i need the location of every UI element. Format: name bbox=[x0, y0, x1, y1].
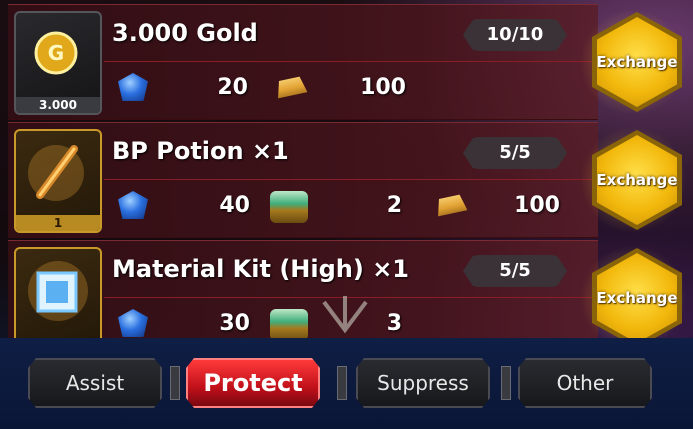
exchange-label: Exchange bbox=[596, 53, 678, 71]
gold-coin-icon: G bbox=[34, 31, 78, 75]
scroll-down-arrow-icon[interactable] bbox=[320, 296, 370, 342]
shop-row-bp-potion: 1 BP Potion ×1 5/5 40 2 100 bbox=[8, 122, 598, 238]
tab-protect[interactable]: Protect bbox=[186, 358, 320, 408]
shop-row-material-kit: Material Kit (High) ×1 5/5 30 3 bbox=[8, 240, 598, 347]
blue-gem-icon bbox=[118, 309, 148, 337]
exchange-label: Exchange bbox=[596, 289, 678, 307]
tab-assist[interactable]: Assist bbox=[28, 358, 162, 408]
item-title: BP Potion ×1 bbox=[112, 137, 289, 165]
exchange-label: Exchange bbox=[596, 171, 678, 189]
gold-ingot-icon bbox=[273, 70, 308, 104]
blue-gem-icon bbox=[118, 191, 148, 219]
svg-text:G: G bbox=[48, 41, 64, 65]
category-tab-bar: Assist Protect Suppress Other bbox=[0, 338, 693, 429]
item-thumbnail[interactable]: 1 bbox=[14, 129, 102, 233]
tab-separator bbox=[337, 366, 347, 400]
treasure-chest-icon bbox=[270, 191, 308, 223]
shop-row-gold: G 3.000 3.000 Gold 10/10 20 100 bbox=[8, 4, 598, 120]
item-title: Material Kit (High) ×1 bbox=[112, 255, 409, 283]
cost-amount: 20 bbox=[217, 75, 248, 100]
item-title: 3.000 Gold bbox=[112, 19, 258, 47]
tab-separator bbox=[501, 366, 511, 400]
exchange-count: 5/5 bbox=[463, 137, 567, 169]
treasure-chest-icon bbox=[270, 309, 308, 341]
item-thumbnail[interactable] bbox=[14, 247, 102, 347]
cost-amount: 30 bbox=[219, 311, 250, 336]
cost-amount: 2 bbox=[386, 193, 402, 218]
item-quantity: 3.000 bbox=[16, 97, 100, 113]
item-thumbnail[interactable]: G 3.000 bbox=[14, 11, 102, 115]
gold-ingot-icon bbox=[433, 188, 468, 222]
bp-potion-icon bbox=[28, 145, 84, 201]
tab-separator bbox=[170, 366, 180, 400]
exchange-count: 5/5 bbox=[463, 255, 567, 287]
blue-gem-icon bbox=[118, 73, 148, 101]
cost-amount: 40 bbox=[219, 193, 250, 218]
cost-amount: 100 bbox=[360, 75, 406, 100]
cost-amount: 100 bbox=[514, 193, 560, 218]
exchange-count: 10/10 bbox=[463, 19, 567, 51]
tab-other[interactable]: Other bbox=[518, 358, 652, 408]
material-kit-icon bbox=[28, 261, 88, 321]
tab-suppress[interactable]: Suppress bbox=[356, 358, 490, 408]
item-quantity: 1 bbox=[16, 215, 100, 231]
